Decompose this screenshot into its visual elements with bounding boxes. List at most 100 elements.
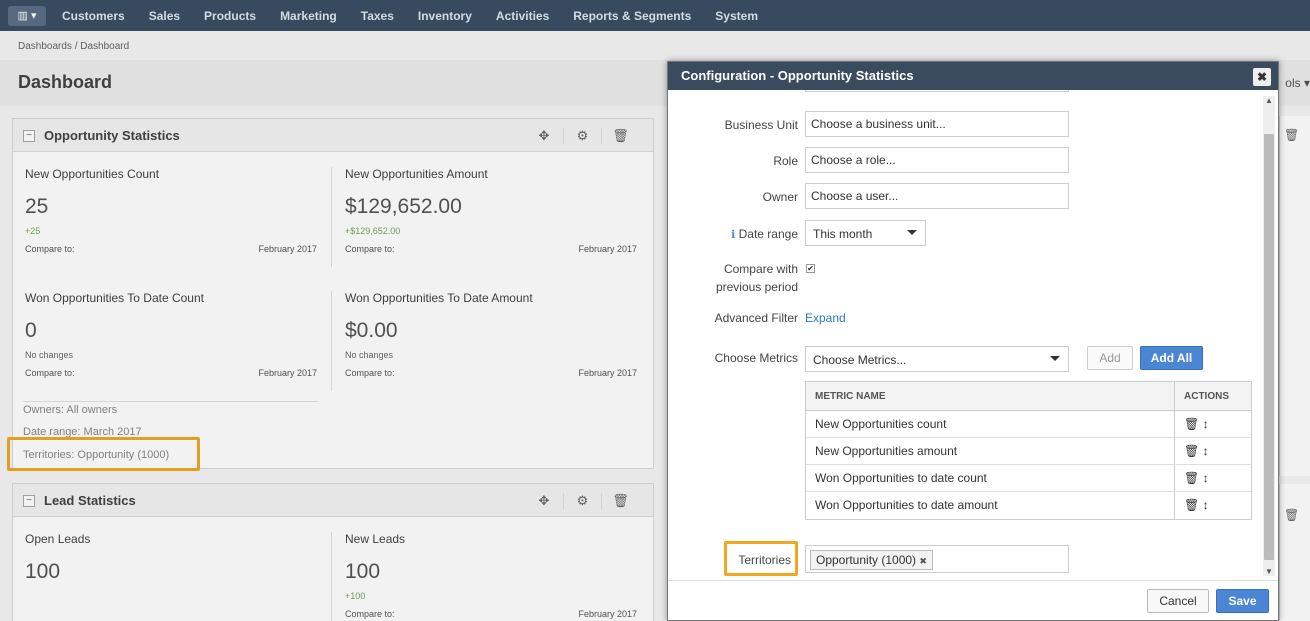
trash-icon[interactable]: 🗑: [1184, 417, 1199, 431]
caret-down-icon: [907, 230, 917, 235]
date-range-value: This month: [813, 227, 873, 241]
trash-icon[interactable]: 🗑: [1184, 471, 1199, 485]
metric-value: 25: [25, 195, 49, 218]
metric-open-leads: Open Leads 100: [25, 532, 317, 584]
nav-item-taxes[interactable]: Taxes: [361, 0, 394, 31]
table-row: New Opportunities amount 🗑 ↕: [806, 438, 1251, 465]
table-row: New Opportunities count 🗑 ↕: [806, 411, 1251, 438]
compare-label: Compare to:: [345, 244, 395, 254]
reorder-icon[interactable]: ↕: [1203, 471, 1209, 485]
gear-icon[interactable]: ⚙: [563, 493, 601, 509]
main-menu: Customers Sales Products Marketing Taxes…: [62, 0, 782, 31]
move-icon[interactable]: ✥: [525, 493, 563, 509]
close-button[interactable]: ✖: [1253, 68, 1271, 86]
page-title: Dashboard: [18, 72, 113, 92]
scroll-down-icon[interactable]: ▼: [1265, 567, 1273, 576]
date-range-select[interactable]: This month: [805, 220, 926, 246]
metric-name-cell: New Opportunities amount: [806, 438, 1175, 464]
reorder-icon[interactable]: ↕: [1203, 417, 1209, 431]
compare-label: Compare to:: [345, 368, 395, 378]
reorder-icon[interactable]: ↕: [1203, 498, 1209, 512]
advanced-filter-label: Advanced Filter: [714, 311, 798, 325]
date-range-label: ℹ Date range: [668, 225, 798, 244]
owner-label: Owner: [762, 190, 798, 204]
info-icon[interactable]: ℹ: [731, 229, 735, 241]
nav-item-sales[interactable]: Sales: [149, 0, 180, 31]
configuration-dialog: Configuration - Opportunity Statistics ✖…: [667, 61, 1279, 621]
dialog-scrollbar[interactable]: ▲ ▼: [1263, 96, 1275, 576]
tools-dropdown[interactable]: ols ▾: [1285, 76, 1310, 90]
table-row: Won Opportunities to date amount 🗑 ↕: [806, 492, 1251, 519]
add-all-button[interactable]: Add All: [1140, 346, 1203, 370]
metric-label: Won Opportunities To Date Count: [25, 291, 204, 305]
compare-label-line2: previous period: [715, 280, 798, 294]
nav-item-activities[interactable]: Activities: [496, 0, 549, 31]
metric-name-cell: New Opportunities count: [806, 411, 1175, 437]
opportunity-statistics-widget: − Opportunity Statistics ✥ ⚙ 🗑 New Oppor…: [12, 118, 654, 469]
metric-value: $129,652.00: [345, 195, 462, 218]
collapse-button[interactable]: −: [23, 495, 35, 507]
divider: [331, 532, 332, 621]
business-unit-select[interactable]: Choose a business unit...: [805, 111, 1069, 137]
gear-icon[interactable]: ⚙: [563, 128, 601, 144]
background-widget-edge: 🗑: [1279, 484, 1310, 621]
choose-metrics-select[interactable]: Choose Metrics...: [805, 346, 1069, 372]
widget-header: − Lead Statistics ✥ ⚙ 🗑: [13, 484, 653, 517]
cancel-button[interactable]: Cancel: [1147, 589, 1209, 613]
territory-tag-label: Opportunity (1000): [816, 553, 917, 567]
move-icon[interactable]: ✥: [525, 128, 563, 144]
background-widget-edge: 🗑: [1279, 116, 1310, 476]
close-icon: ✖: [1256, 70, 1268, 84]
metric-name-cell: Won Opportunities to date count: [806, 465, 1175, 491]
compare-value: February 2017: [258, 244, 317, 254]
choose-metrics-label: Choose Metrics: [714, 351, 798, 365]
metric-change: No changes: [345, 350, 394, 360]
metric-new-leads: New Leads 100 +100 Compare to: February 2…: [345, 532, 637, 619]
expand-link[interactable]: Expand: [805, 311, 846, 325]
territories-input[interactable]: Opportunity (1000) ✖: [805, 545, 1069, 573]
metric-label: New Opportunities Count: [25, 167, 160, 181]
reorder-icon[interactable]: ↕: [1203, 444, 1209, 458]
nav-item-customers[interactable]: Customers: [62, 0, 125, 31]
scrollbar-thumb[interactable]: [1264, 134, 1274, 560]
compare-checkbox[interactable]: ✔: [806, 264, 815, 273]
nav-item-inventory[interactable]: Inventory: [418, 0, 472, 31]
breadcrumb[interactable]: Dashboards / Dashboard: [18, 41, 129, 52]
metric-value: 100: [25, 560, 61, 583]
compare-label: Compare with previous period: [668, 260, 798, 296]
role-select[interactable]: Choose a role...: [805, 147, 1069, 173]
trash-icon[interactable]: 🗑: [1184, 444, 1199, 458]
remove-tag-icon[interactable]: ✖: [919, 556, 927, 566]
add-button[interactable]: Add: [1087, 346, 1133, 370]
scroll-up-icon[interactable]: ▲: [1265, 96, 1273, 105]
choose-metrics-placeholder: Choose Metrics...: [813, 353, 907, 367]
territory-tag: Opportunity (1000) ✖: [810, 550, 933, 570]
trash-icon[interactable]: 🗑: [1184, 498, 1199, 512]
trash-icon[interactable]: 🗑: [601, 128, 639, 144]
nav-item-products[interactable]: Products: [204, 0, 256, 31]
trash-icon: 🗑: [1284, 508, 1300, 522]
dialog-footer: Cancel Save: [668, 580, 1278, 620]
metric-won-opportunities-count: Won Opportunities To Date Count 0 No cha…: [25, 291, 317, 378]
nav-item-system[interactable]: System: [715, 0, 758, 31]
trash-icon[interactable]: 🗑: [601, 493, 639, 509]
nav-item-reports-segments[interactable]: Reports & Segments: [573, 0, 691, 31]
save-button[interactable]: Save: [1216, 589, 1269, 613]
owners-filter-text: Owners: All owners: [23, 404, 118, 416]
caret-down-icon: [1050, 356, 1060, 361]
nav-item-marketing[interactable]: Marketing: [280, 0, 337, 31]
compare-label-line1: Compare with: [723, 262, 798, 276]
compare-value: February 2017: [578, 368, 637, 378]
widget-header: − Opportunity Statistics ✥ ⚙ 🗑: [13, 119, 653, 152]
top-navigation: ▥ ▾ Customers Sales Products Marketing T…: [0, 0, 1310, 31]
compare-value: February 2017: [578, 609, 637, 619]
metric-change: No changes: [25, 350, 74, 360]
collapse-button[interactable]: −: [23, 130, 35, 142]
metric-change: +$129,652.00: [345, 226, 401, 236]
trash-icon: 🗑: [1284, 128, 1300, 142]
metric-label: Won Opportunities To Date Amount: [345, 291, 533, 305]
caret-down-icon: ▾: [1303, 76, 1310, 90]
lead-statistics-widget: − Lead Statistics ✥ ⚙ 🗑 Open Leads 100 N…: [12, 483, 654, 621]
owner-select[interactable]: Choose a user...: [805, 183, 1069, 209]
dashboard-menu-button[interactable]: ▥ ▾: [8, 6, 46, 26]
